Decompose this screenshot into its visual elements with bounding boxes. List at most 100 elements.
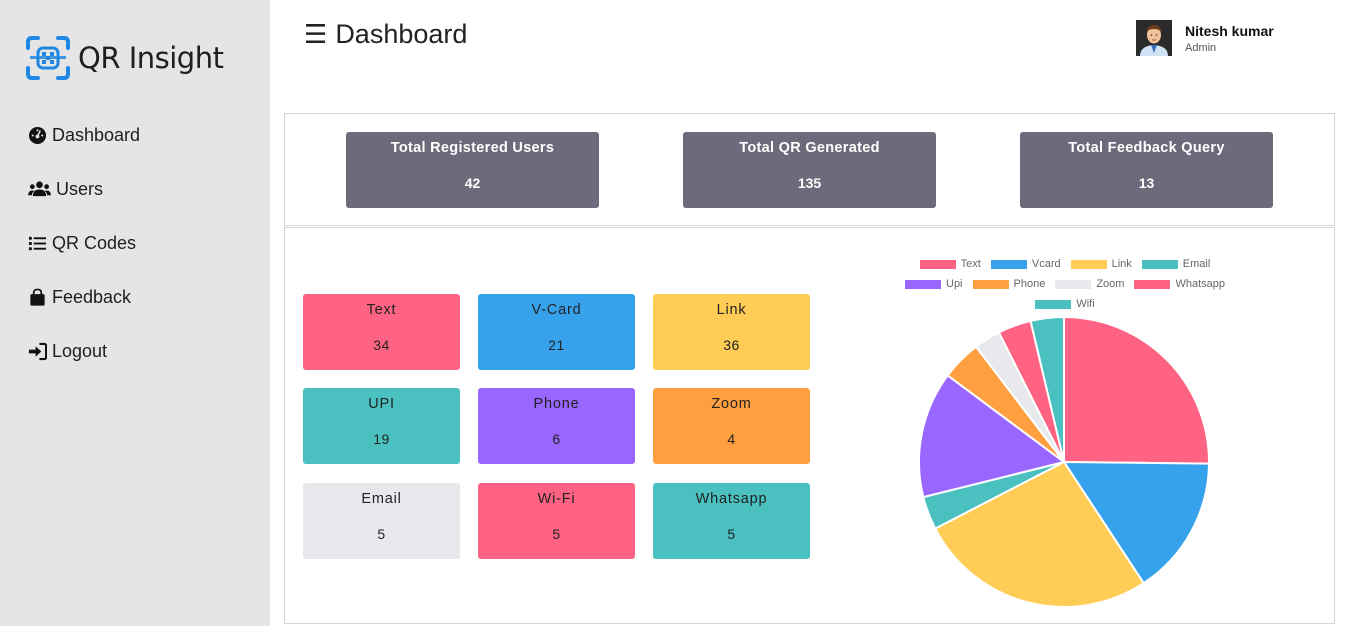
tile-label: V-Card	[531, 302, 582, 318]
legend-item[interactable]: Wifi	[1035, 298, 1095, 310]
legend-item[interactable]: Vcard	[990, 258, 1061, 270]
tile-vcard: V-Card 21	[478, 294, 635, 370]
sign-in-arrow-icon	[28, 342, 47, 360]
tile-value: 36	[723, 337, 740, 353]
tile-label: Text	[366, 302, 397, 318]
tile-upi: UPI 19	[303, 388, 460, 464]
sidebar-item-label: Dashboard	[52, 124, 141, 145]
chart-legend: Text Vcard Link Email Upi Phone Zoom Wha…	[885, 254, 1245, 314]
qr-logo-icon	[26, 36, 70, 80]
tile-link: Link 36	[653, 294, 810, 370]
pie-slice-text[interactable]	[1063, 315, 1210, 465]
tile-whatsapp: Whatsapp 5	[653, 483, 810, 559]
sidebar-item-label: Users	[56, 178, 104, 199]
user-info: Nitesh kumar Admin	[1185, 23, 1274, 54]
dashboard-gauge-icon	[28, 126, 47, 144]
user-name: Nitesh kumar	[1185, 22, 1274, 39]
tile-label: Link	[716, 302, 747, 318]
stats-panel: Total Registered Users 42 Total QR Gener…	[284, 113, 1335, 226]
legend-row: Upi Phone Zoom Whatsapp	[885, 274, 1245, 294]
sidebar-item-label: Feedback	[52, 286, 132, 307]
legend-row: Wifi	[885, 294, 1245, 314]
legend-label: Email	[1182, 258, 1211, 270]
tile-label: Whatsapp	[695, 491, 768, 507]
stat-label: Total Registered Users	[390, 140, 555, 156]
legend-label: Upi	[946, 278, 963, 290]
tile-phone: Phone 6	[478, 388, 635, 464]
legend-swatch	[1035, 299, 1072, 309]
users-icon	[28, 180, 51, 196]
tile-value: 4	[727, 431, 736, 447]
tile-label: Email	[361, 491, 402, 507]
legend-item[interactable]: Text	[919, 258, 981, 270]
sidebar-item-dashboard[interactable]: Dashboard	[28, 120, 140, 150]
tile-value: 5	[552, 526, 561, 542]
sidebar-item-label: QR Codes	[52, 232, 137, 253]
tile-value: 6	[552, 431, 561, 447]
hamburger-icon[interactable]: ☰	[304, 19, 327, 50]
legend-item[interactable]: Zoom	[1055, 278, 1124, 290]
legend-item[interactable]: Link	[1070, 258, 1132, 270]
tile-value: 5	[377, 526, 386, 542]
sidebar: QR Insight Dashboard Users QR Codes Feed…	[0, 0, 270, 626]
legend-swatch	[1141, 259, 1178, 269]
stat-card-qr-generated: Total QR Generated 135	[683, 132, 936, 208]
stat-value: 135	[797, 175, 822, 191]
tile-label: Phone	[533, 396, 580, 412]
tile-value: 19	[373, 431, 390, 447]
app-logo[interactable]: QR Insight	[24, 34, 224, 82]
legend-swatch	[919, 259, 956, 269]
stat-card-registered-users: Total Registered Users 42	[346, 132, 599, 208]
legend-item[interactable]: Phone	[972, 278, 1046, 290]
logo-text: QR Insight	[78, 41, 224, 75]
main-panel: Text 34 V-Card 21 Link 36 UPI 19 Phone 6…	[284, 227, 1335, 624]
top-header: ☰ Dashboard Nitesh kumar Admin	[270, 0, 1350, 100]
legend-label: Phone	[1013, 278, 1046, 290]
shopping-bag-icon	[30, 288, 45, 306]
tile-label: Wi-Fi	[537, 491, 576, 507]
legend-swatch	[1070, 259, 1107, 269]
legend-swatch	[990, 259, 1027, 269]
legend-swatch	[972, 279, 1009, 289]
sidebar-item-qr-codes[interactable]: QR Codes	[28, 228, 140, 258]
list-icon	[28, 236, 47, 250]
sidebar-item-feedback[interactable]: Feedback	[28, 282, 140, 312]
stat-value: 13	[1138, 175, 1155, 191]
user-profile[interactable]: Nitesh kumar Admin	[1136, 20, 1274, 56]
legend-item[interactable]: Upi	[905, 278, 963, 290]
legend-item[interactable]: Email	[1141, 258, 1211, 270]
tile-zoom: Zoom 4	[653, 388, 810, 464]
tile-email: Email 5	[303, 483, 460, 559]
legend-label: Whatsapp	[1175, 278, 1225, 290]
tile-text: Text 34	[303, 294, 460, 370]
legend-swatch	[905, 279, 941, 289]
sidebar-item-logout[interactable]: Logout	[28, 336, 140, 366]
tile-label: UPI	[368, 396, 395, 412]
stat-value: 42	[464, 175, 481, 191]
tile-label: Zoom	[711, 396, 752, 412]
avatar	[1136, 20, 1172, 56]
legend-label: Zoom	[1096, 278, 1125, 290]
legend-label: Vcard	[1031, 258, 1061, 270]
legend-item[interactable]: Whatsapp	[1134, 278, 1225, 290]
page-title: Dashboard	[335, 19, 468, 49]
pie-chart	[918, 315, 1211, 608]
legend-label: Link	[1111, 258, 1132, 270]
tile-wifi: Wi-Fi 5	[478, 483, 635, 559]
legend-label: Wifi	[1076, 298, 1095, 310]
sidebar-nav: Dashboard Users QR Codes Feedback Logout	[28, 120, 140, 390]
page-heading: ☰ Dashboard	[304, 19, 467, 50]
sidebar-item-label: Logout	[52, 340, 108, 361]
tile-value: 5	[727, 526, 736, 542]
legend-row: Text Vcard Link Email	[885, 254, 1245, 274]
stat-label: Total QR Generated	[739, 140, 880, 156]
legend-swatch	[1134, 279, 1171, 289]
legend-label: Text	[960, 258, 981, 270]
stat-card-feedback-query: Total Feedback Query 13	[1020, 132, 1273, 208]
user-role: Admin	[1185, 41, 1217, 54]
tile-value: 21	[548, 337, 565, 353]
legend-swatch	[1055, 279, 1092, 289]
tile-value: 34	[373, 337, 390, 353]
sidebar-item-users[interactable]: Users	[28, 174, 140, 204]
stat-label: Total Feedback Query	[1068, 140, 1225, 156]
